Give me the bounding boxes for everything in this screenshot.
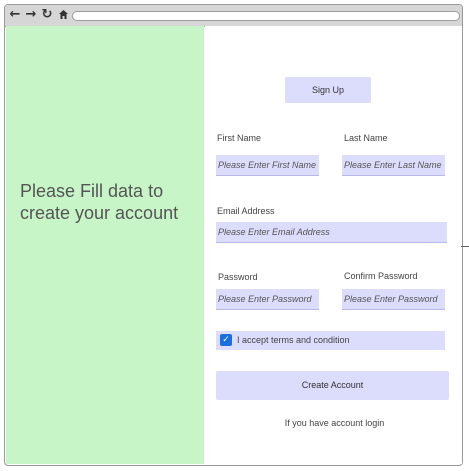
password-field[interactable]: Please Enter Password: [216, 289, 319, 310]
last-name-label: Last Name: [344, 133, 388, 143]
checkbox-checked-icon[interactable]: ✓: [220, 334, 232, 346]
scroll-indicator: [461, 246, 469, 247]
reload-icon[interactable]: ↻: [40, 8, 54, 22]
sign-up-button[interactable]: Sign Up: [285, 77, 371, 103]
home-icon[interactable]: [56, 8, 70, 22]
last-name-field[interactable]: Please Enter Last Name: [342, 155, 445, 176]
back-arrow-icon[interactable]: ←: [8, 8, 22, 22]
terms-label: I accept terms and condition: [237, 335, 350, 345]
first-name-field[interactable]: Please Enter First Name: [216, 155, 319, 176]
email-label: Email Address: [217, 206, 275, 216]
address-bar[interactable]: [72, 11, 460, 21]
forward-arrow-icon[interactable]: →: [24, 8, 38, 22]
browser-toolbar: ← → ↻: [5, 5, 462, 27]
first-name-label: First Name: [217, 133, 262, 143]
info-panel: [6, 26, 204, 464]
login-link[interactable]: If you have account login: [218, 418, 451, 428]
password-label: Password: [218, 272, 258, 282]
create-account-button[interactable]: Create Account: [216, 371, 449, 400]
confirm-password-field[interactable]: Please Enter Password: [342, 289, 445, 310]
terms-row[interactable]: ✓ I accept terms and condition: [216, 331, 445, 350]
email-field[interactable]: Please Enter Email Address: [216, 222, 447, 243]
confirm-password-label: Confirm Password: [344, 271, 418, 281]
info-message: Please Fill data to create your account: [20, 181, 179, 223]
